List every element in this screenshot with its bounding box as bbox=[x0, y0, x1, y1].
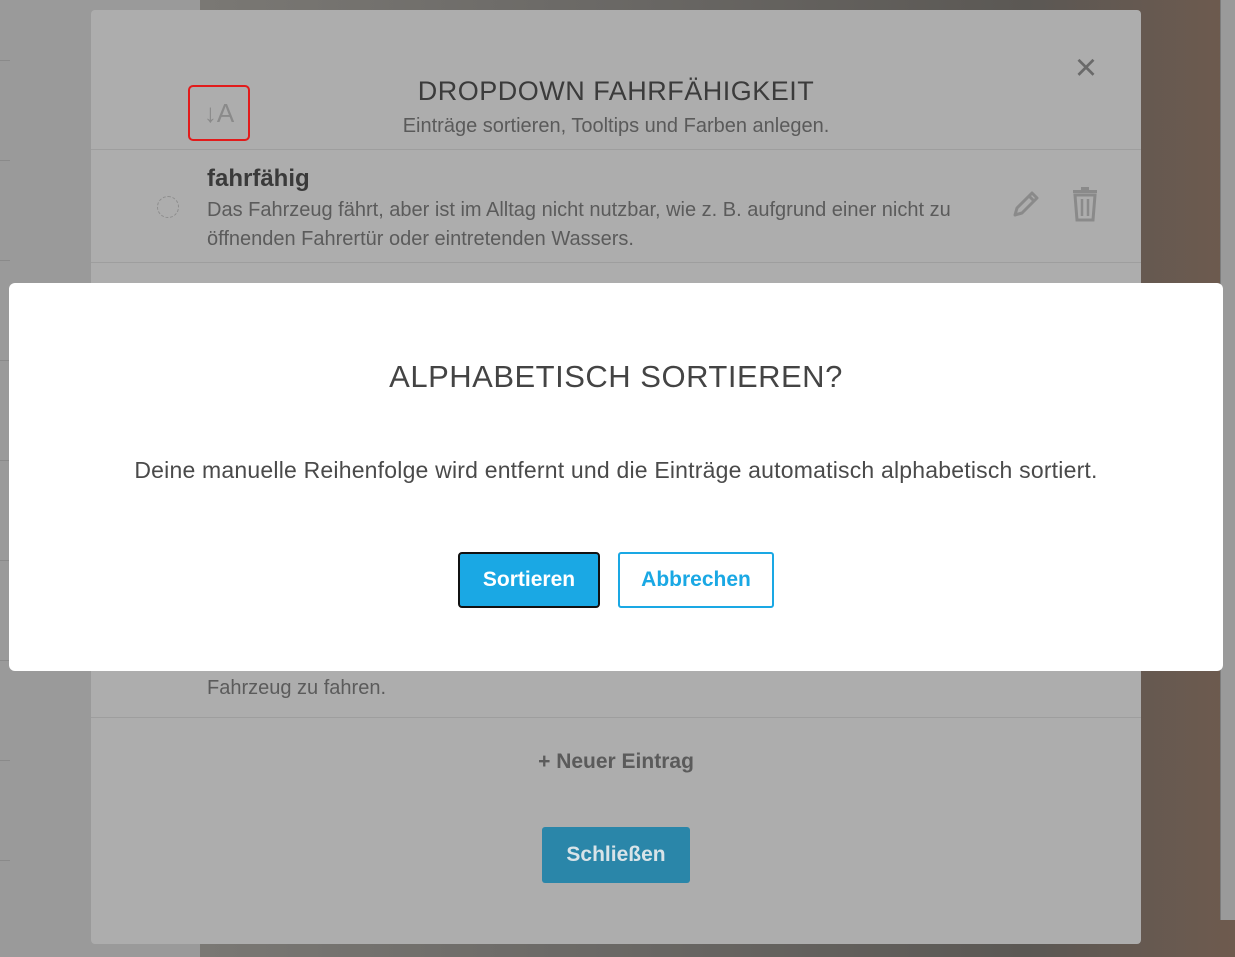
modal-subtitle: Einträge sortieren, Tooltips und Farben … bbox=[402, 115, 830, 137]
entry-description: Das Fahrzeug fährt, aber ist im Alltag n… bbox=[207, 199, 951, 250]
edit-icon[interactable] bbox=[1009, 187, 1043, 221]
divider bbox=[91, 262, 1141, 263]
divider bbox=[91, 717, 1141, 718]
cancel-button[interactable]: Abbrechen bbox=[618, 552, 774, 608]
dialog-title: ALPHABETISCH SORTIEREN? bbox=[389, 359, 843, 394]
divider bbox=[0, 60, 10, 61]
close-button[interactable]: Schließen bbox=[542, 827, 690, 883]
background-scrollbar bbox=[1221, 0, 1235, 920]
entry-drag-handle[interactable] bbox=[157, 196, 179, 218]
sort-confirm-button[interactable]: Sortieren bbox=[458, 552, 600, 608]
confirm-sort-dialog: ALPHABETISCH SORTIEREN? Deine manuelle R… bbox=[9, 283, 1223, 671]
new-entry-link[interactable]: + Neuer Eintrag bbox=[91, 750, 1141, 774]
modal-title: DROPDOWN FAHRFÄHIGKEIT bbox=[417, 76, 815, 106]
divider bbox=[0, 160, 10, 161]
divider bbox=[91, 149, 1141, 150]
trash-icon[interactable] bbox=[1069, 186, 1101, 222]
entry-description: Fahrzeug zu fahren. bbox=[207, 677, 386, 699]
dialog-message: Deine manuelle Reihenfolge wird entfernt… bbox=[134, 457, 1098, 483]
divider bbox=[0, 260, 10, 261]
divider bbox=[0, 760, 10, 761]
entry-name: fahrfähig bbox=[207, 165, 310, 192]
divider bbox=[0, 860, 10, 861]
